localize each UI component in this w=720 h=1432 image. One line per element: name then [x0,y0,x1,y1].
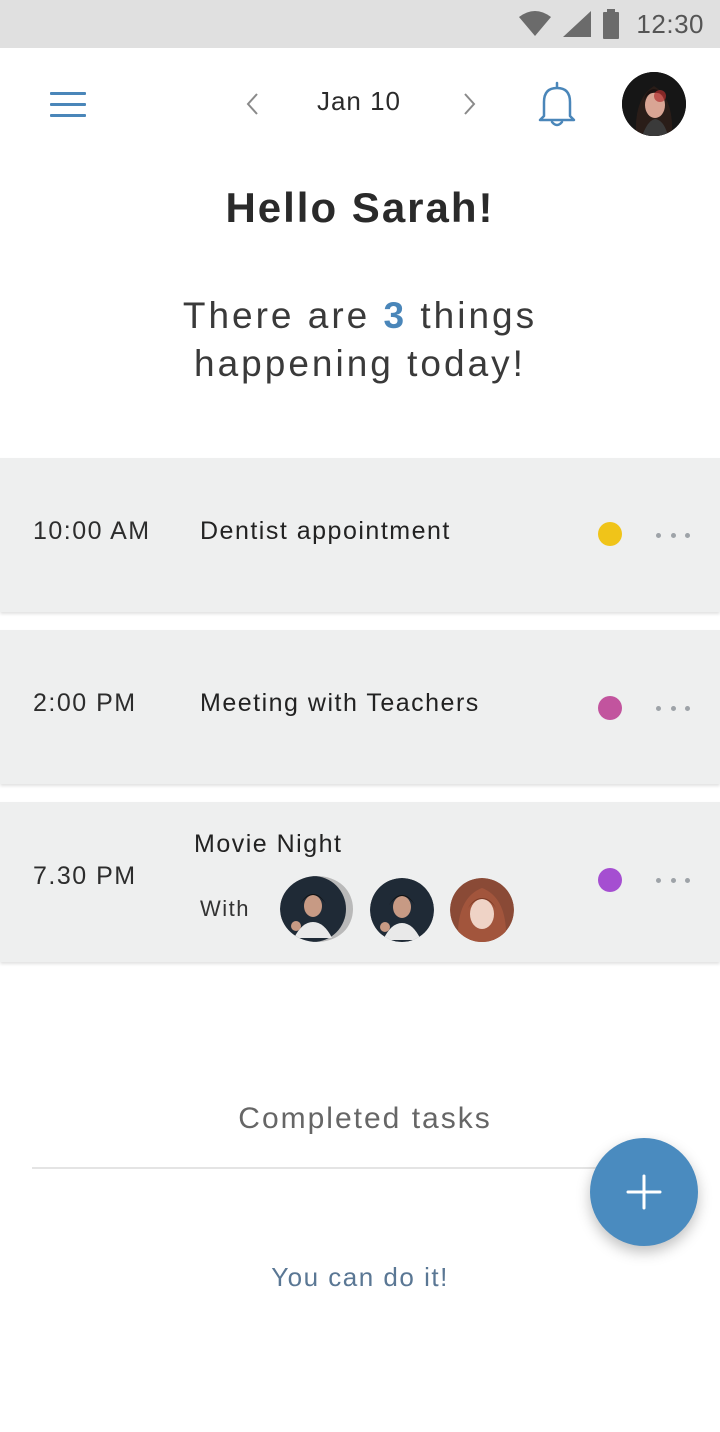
date-navigator: Jan 10 [236,82,486,126]
summary-line-1: There are 3 things [0,292,720,340]
event-title: Movie Night [194,830,343,858]
more-options-icon[interactable] [652,868,694,892]
chevron-left-icon[interactable] [236,82,268,126]
bell-icon[interactable] [536,80,578,128]
more-options-icon[interactable] [652,523,694,547]
plus-icon [626,1174,662,1210]
status-icons: 12:30 [518,0,704,48]
current-date: Jan 10 [316,86,402,116]
divider [32,1167,632,1169]
with-label: With [200,896,250,921]
event-count: 3 [383,295,408,336]
event-color-dot [598,696,622,720]
event-time: 2:00 PM [33,689,137,717]
event-card-dentist[interactable]: 10:00 AM Dentist appointment [0,458,720,612]
event-color-dot [598,868,622,892]
completed-tasks-heading: Completed tasks [238,1102,492,1135]
event-card-meeting[interactable]: 2:00 PM Meeting with Teachers [0,630,720,784]
summary-prefix: There are [182,295,371,336]
event-time: 10:00 AM [33,517,151,545]
avatar[interactable] [622,72,686,136]
event-title: Meeting with Teachers [200,689,480,717]
event-time: 7.30 PM [33,862,137,890]
menu-icon[interactable] [50,92,86,118]
summary-suffix: things [420,295,538,336]
wifi-icon [519,11,552,36]
signal-icon [563,11,592,37]
event-title: Dentist appointment [200,517,451,545]
summary-line-2: happening today! [194,343,526,384]
daily-summary: There are 3 things happening today! [0,292,720,388]
battery-icon [603,9,620,39]
event-color-dot [598,522,622,546]
more-options-icon[interactable] [652,696,694,720]
participant-avatar[interactable] [280,876,354,942]
status-time: 12:30 [636,8,704,39]
add-event-button[interactable] [590,1138,698,1246]
event-card-movie-night[interactable]: 7.30 PM Movie Night With [0,802,720,962]
status-bar: 12:30 [0,0,720,48]
participant-avatar[interactable] [370,878,434,942]
chevron-right-icon[interactable] [454,82,486,126]
greeting-title: Hello Sarah! [225,184,495,231]
encouragement-text: You can do it! [271,1262,449,1292]
participant-avatar[interactable] [450,878,514,942]
